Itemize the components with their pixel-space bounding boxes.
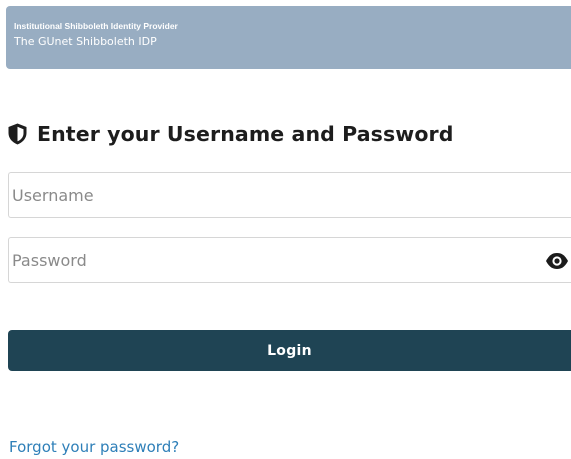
login-button[interactable]: Login bbox=[8, 330, 571, 371]
banner-title: Institutional Shibboleth Identity Provid… bbox=[14, 21, 178, 31]
banner-idp-name: The GUnet Shibboleth IDP bbox=[14, 35, 157, 48]
idp-banner: Institutional Shibboleth Identity Provid… bbox=[6, 6, 571, 69]
forgot-password-link[interactable]: Forgot your password? bbox=[9, 438, 179, 456]
password-input[interactable] bbox=[9, 238, 571, 282]
password-field-box bbox=[8, 237, 571, 283]
login-heading: Enter your Username and Password bbox=[8, 119, 453, 149]
username-input[interactable] bbox=[9, 173, 571, 217]
shield-icon bbox=[8, 123, 27, 145]
eye-icon[interactable] bbox=[545, 252, 569, 270]
username-field-box bbox=[8, 172, 571, 218]
login-page: Institutional Shibboleth Identity Provid… bbox=[0, 0, 571, 459]
login-heading-text: Enter your Username and Password bbox=[37, 122, 454, 146]
